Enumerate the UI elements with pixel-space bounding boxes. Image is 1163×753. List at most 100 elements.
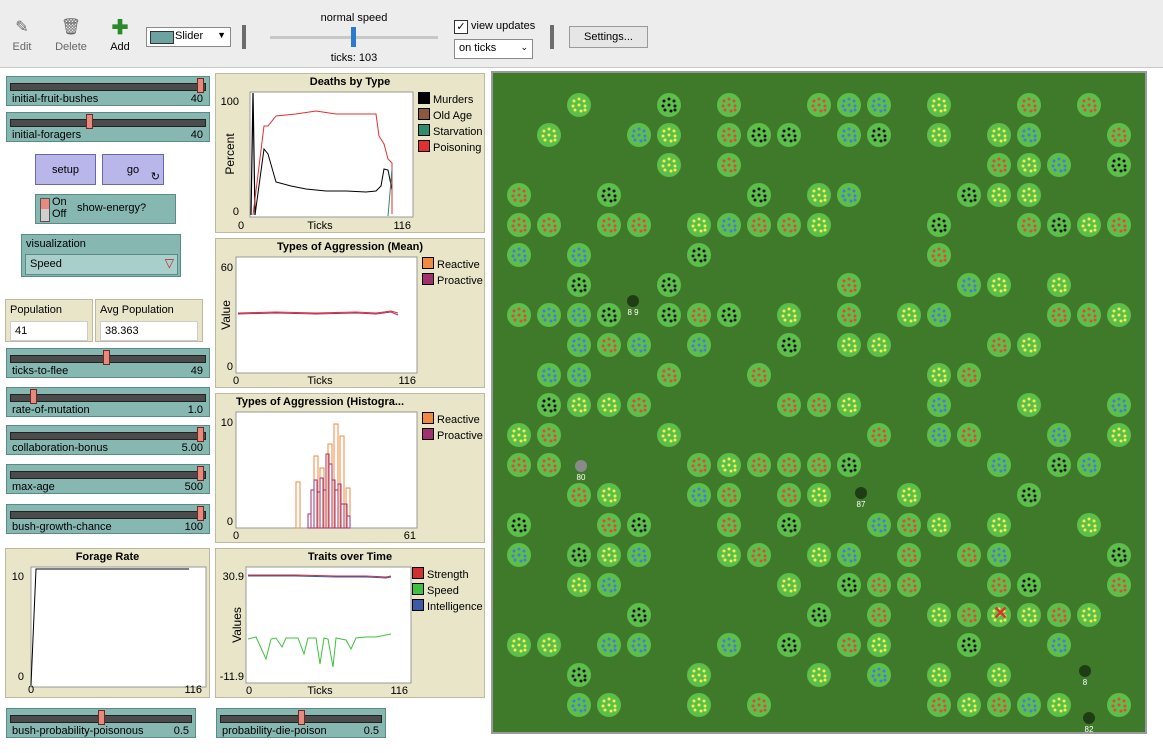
- fruit-bush: [957, 633, 981, 657]
- slider-thumb[interactable]: [30, 389, 37, 404]
- fruit-bush: [837, 123, 861, 147]
- slider-label: rate-of-mutation: [12, 404, 90, 416]
- fruit-bush: [717, 93, 741, 117]
- fruit-bush: [627, 513, 651, 537]
- fruit-bush: [987, 573, 1011, 597]
- slider-thumb[interactable]: [197, 78, 204, 93]
- forage-rate-plot: Forage Rate 10 0 0 116: [5, 548, 210, 698]
- legend-old-age: Old Age: [418, 108, 472, 122]
- x-max-label: 116: [398, 375, 416, 387]
- slider-thumb[interactable]: [86, 114, 93, 129]
- fruit-bush: [1107, 213, 1131, 237]
- slider-ticks-to-flee[interactable]: ticks-to-flee 49: [6, 348, 210, 378]
- trash-icon: 🗑: [60, 19, 82, 36]
- fruit-bush: [537, 363, 561, 387]
- legend-swatch: [418, 92, 430, 104]
- forager-agent[interactable]: 82: [1083, 712, 1095, 734]
- slider-max-age[interactable]: max-age 500: [6, 464, 210, 494]
- pencil-icon: ✎: [15, 19, 29, 36]
- switch-knob[interactable]: [41, 199, 49, 209]
- slider-collaboration-bonus[interactable]: collaboration-bonus 5.00: [6, 425, 210, 455]
- world-view[interactable]: 8 9 80 87 8 82 ✕: [491, 71, 1147, 734]
- agent-label: 8: [1083, 678, 1088, 687]
- visualization-chooser[interactable]: visualization Speed ▽: [21, 234, 181, 277]
- fruit-bush: [957, 363, 981, 387]
- legend-reactive: Reactive: [422, 412, 480, 426]
- go-button[interactable]: go ↻: [102, 154, 164, 185]
- fruit-bush: [927, 663, 951, 687]
- x-max-label: 116: [390, 685, 408, 697]
- aggression-histogram-plot: Types of Aggression (Histogra... 10 0 0 …: [215, 393, 485, 543]
- fruit-bush: [597, 183, 621, 207]
- fruit-bush: [537, 633, 561, 657]
- y-min-label: 0: [233, 206, 239, 218]
- fruit-bush: [837, 303, 861, 327]
- slider-track[interactable]: [10, 119, 206, 127]
- world-svg[interactable]: 8 9 80 87 8 82 ✕: [493, 73, 1145, 734]
- slider-track[interactable]: [10, 471, 206, 479]
- forager-agent[interactable]: 8 9: [627, 295, 639, 317]
- fruit-bush: [717, 123, 741, 147]
- switch-label: show-energy?: [77, 202, 147, 214]
- fruit-bush: [1077, 213, 1101, 237]
- slider-initial-foragers[interactable]: initial-foragers 40: [6, 112, 210, 142]
- fruit-bush: [987, 333, 1011, 357]
- switch-on-label: On: [52, 196, 67, 208]
- show-energy-switch[interactable]: On Off show-energy?: [35, 194, 176, 224]
- slider-track[interactable]: [10, 511, 206, 519]
- slider-value: 49: [190, 365, 203, 377]
- fruit-bush: [1077, 513, 1101, 537]
- slider-initial-fruit-bushes[interactable]: initial-fruit-bushes 40: [6, 76, 210, 106]
- slider-thumb[interactable]: [98, 710, 105, 725]
- y-min-label: 0: [227, 361, 233, 373]
- update-mode-select[interactable]: on ticks ⌄: [454, 39, 533, 59]
- forager-agent[interactable]: 8: [1079, 665, 1091, 687]
- fruit-bush: [927, 363, 951, 387]
- settings-button[interactable]: Settings...: [569, 26, 648, 48]
- fruit-bush: [657, 363, 681, 387]
- y-max-label: 30.9: [223, 571, 244, 583]
- legend-label: Poisoning: [433, 142, 482, 154]
- chevron-down-icon: ⌄: [520, 42, 528, 52]
- delete-button[interactable]: 🗑 Delete: [49, 18, 93, 53]
- widget-type-select[interactable]: Slider ▼: [146, 27, 231, 47]
- slider-label: initial-foragers: [12, 129, 82, 141]
- forager-agent[interactable]: 87: [855, 487, 867, 509]
- slider-thumb[interactable]: [197, 466, 204, 481]
- switch-track[interactable]: [40, 198, 50, 222]
- fruit-bush: [777, 483, 801, 507]
- add-button[interactable]: ✚ Add: [98, 18, 142, 53]
- fruit-bush: [597, 483, 621, 507]
- fruit-bush: [957, 273, 981, 297]
- fruit-bush: [717, 213, 741, 237]
- fruit-bush: [807, 393, 831, 417]
- speed-slider-thumb[interactable]: [351, 27, 356, 47]
- slider-bush-probability-poisonous[interactable]: bush-probability-poisonous 0.5: [6, 708, 196, 738]
- slider-track[interactable]: [10, 83, 206, 91]
- plus-icon: ✚: [111, 17, 129, 39]
- fruit-bush: [717, 513, 741, 537]
- slider-track[interactable]: [10, 432, 206, 440]
- slider-track[interactable]: [10, 394, 206, 402]
- slider-thumb[interactable]: [197, 506, 204, 521]
- slider-thumb[interactable]: [298, 710, 305, 725]
- fruit-bush: [987, 543, 1011, 567]
- plot-area: [245, 566, 412, 684]
- slider-rate-of-mutation[interactable]: rate-of-mutation 1.0: [6, 387, 210, 417]
- fruit-bush: [627, 393, 651, 417]
- slider-probability-die-poison[interactable]: probability-die-poison 0.5: [216, 708, 386, 738]
- slider-bush-growth-chance[interactable]: bush-growth-chance 100: [6, 504, 210, 534]
- fruit-bush: [837, 333, 861, 357]
- slider-thumb[interactable]: [197, 427, 204, 442]
- forager-agent[interactable]: 80: [575, 460, 587, 482]
- view-updates-checkbox[interactable]: ✓: [454, 20, 468, 34]
- chooser-select[interactable]: Speed ▽: [25, 254, 178, 275]
- traits-over-time-plot: Traits over Time 30.9 -11.9 0 Ticks 116 …: [215, 548, 485, 698]
- fruit-bush: [1077, 303, 1101, 327]
- fruit-bush: [747, 693, 771, 717]
- x-axis-label: Ticks: [307, 220, 333, 232]
- slider-thumb[interactable]: [103, 350, 110, 365]
- setup-button[interactable]: setup: [35, 154, 96, 185]
- legend-swatch: [418, 124, 430, 136]
- edit-button[interactable]: ✎ Edit: [0, 18, 44, 53]
